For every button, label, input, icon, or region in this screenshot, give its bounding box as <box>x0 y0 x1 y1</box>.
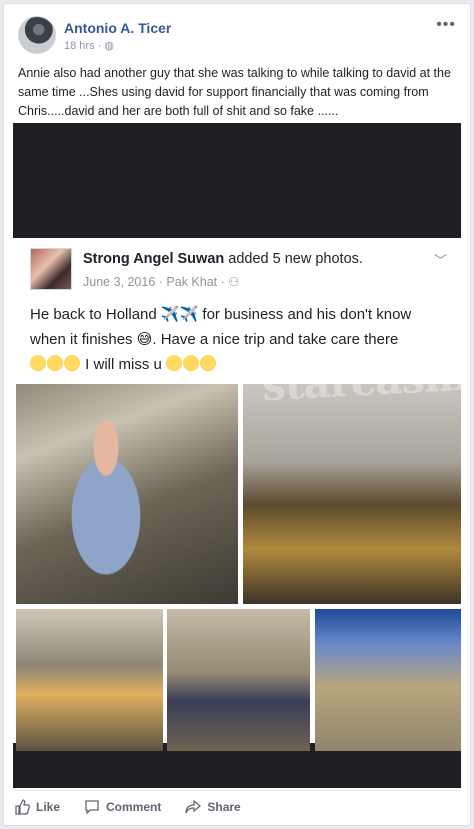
smile-emoji-icon <box>200 355 217 371</box>
shared-action: added 5 new photos. <box>228 251 363 267</box>
shared-author-avatar[interactable] <box>30 248 72 290</box>
share-label: Share <box>207 800 241 814</box>
smile-emoji-icon <box>30 355 46 371</box>
shared-text-line2: when it finishes 😅. Have a nice trip and… <box>30 331 399 348</box>
divider <box>13 790 461 791</box>
photo-man-in-seat[interactable] <box>16 384 238 604</box>
like-label: Like <box>36 800 61 814</box>
miss-text: I will miss u <box>85 356 162 373</box>
smile-emoji-icon <box>166 355 183 371</box>
comment-button[interactable]: Comment <box>84 796 161 818</box>
shared-location[interactable]: Pak Khat <box>166 275 217 289</box>
globe-icon: ◍ <box>104 40 114 52</box>
comment-icon <box>85 800 99 815</box>
like-button[interactable]: Like <box>14 796 60 818</box>
friends-icon: ⚇ <box>228 275 240 289</box>
shared-text-line1: He back to Holland ✈️✈️ for business and… <box>30 306 412 323</box>
post-text: Annie also had another guy that she was … <box>18 66 451 118</box>
post-time[interactable]: 18 hrs <box>64 40 95 52</box>
thumbs-up-icon <box>15 799 30 815</box>
photo-cabin-lamp[interactable] <box>16 609 163 751</box>
share-button[interactable]: Share <box>185 796 241 818</box>
photo-minibar[interactable] <box>243 384 461 604</box>
photo-cabin-seat[interactable] <box>167 609 310 751</box>
more-options-button[interactable]: ••• <box>436 16 456 34</box>
author-name[interactable]: Antonio A. Ticer <box>64 20 171 36</box>
post-meta: 18 hrs · ◍ <box>64 39 114 52</box>
author-avatar[interactable] <box>18 16 56 54</box>
post-header: Antonio A. Ticer 18 hrs · ◍ ••• <box>18 16 458 56</box>
share-icon <box>185 799 202 814</box>
chevron-down-icon[interactable]: ﹀ <box>434 250 447 269</box>
shared-author-name[interactable]: Strong Angel Suwan <box>83 251 224 267</box>
shared-author-line: Strong Angel Suwan added 5 new photos. <box>83 251 363 267</box>
smile-emoji-icon <box>47 355 63 371</box>
smile-emoji-icon <box>183 355 200 371</box>
man-figure <box>46 414 166 584</box>
comment-label: Comment <box>106 800 162 814</box>
photo-vanity-mirror[interactable] <box>315 609 461 751</box>
smile-emoji-icon <box>64 355 80 371</box>
shared-date[interactable]: June 3, 2016 <box>83 275 155 289</box>
post-actions: Like Comment Share <box>14 796 241 818</box>
shared-meta: June 3, 2016 · Pak Khat · ⚇ <box>83 274 240 289</box>
